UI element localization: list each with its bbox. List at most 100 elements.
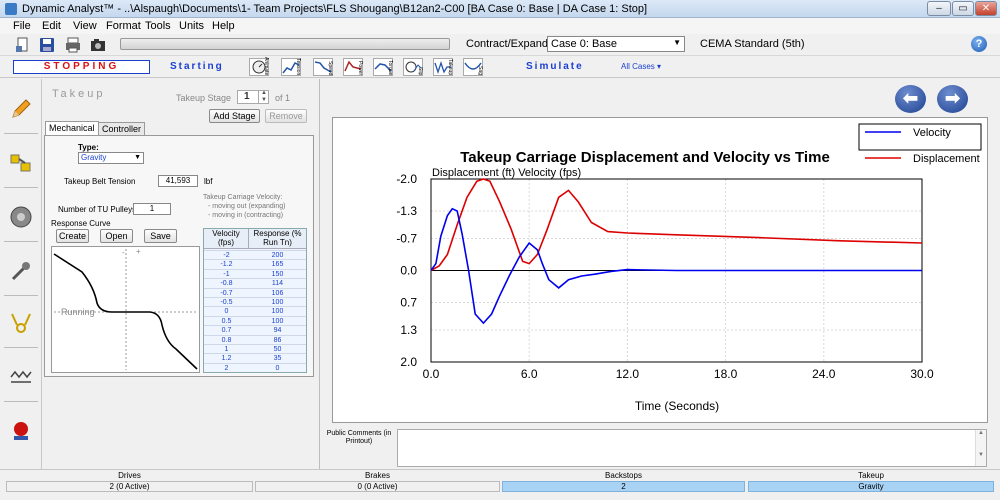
backstops-value[interactable]: 2	[502, 481, 745, 492]
belt-tension-input[interactable]: 41,593	[158, 175, 198, 187]
velocity-note-title: Takeup Carriage Velocity:	[203, 194, 283, 201]
torque-icon[interactable]: Torque	[373, 58, 393, 76]
menu-edit[interactable]: Edit	[42, 20, 61, 32]
table-cell-velocity[interactable]: 2	[204, 364, 249, 373]
tension-label: Tension	[295, 57, 301, 75]
y-tick-label: 0.0	[400, 264, 417, 278]
plot-running-label: Running	[61, 307, 95, 317]
contract-expand-button[interactable]: Contract/Expand	[466, 38, 548, 50]
x-tick-label: 24.0	[812, 367, 836, 381]
simulate-button[interactable]: Simulate	[526, 61, 584, 72]
remove-stage-button[interactable]: Remove	[265, 109, 307, 123]
menu-tools[interactable]: Tools	[145, 20, 171, 32]
takeup-status-value[interactable]: Gravity	[748, 481, 994, 492]
scroll-up-icon[interactable]: ▲	[976, 430, 986, 436]
close-button[interactable]: ✕	[975, 1, 997, 16]
response-curve-plot: - + Running	[51, 246, 200, 373]
slip-icon[interactable]: Slip	[403, 58, 423, 76]
back-arrow-icon[interactable]: ⬅	[895, 85, 926, 113]
backstop-icon[interactable]	[9, 259, 33, 283]
speed-icon[interactable]: Speed	[313, 58, 333, 76]
menu-help[interactable]: Help	[212, 20, 235, 32]
y-tick-label: -0.7	[396, 231, 417, 245]
drive-icon[interactable]	[9, 151, 33, 175]
create-curve-button[interactable]: Create	[56, 229, 89, 243]
y-tick-label: -1.3	[396, 204, 417, 218]
print-icon[interactable]	[64, 36, 82, 54]
displacement-series-line	[430, 178, 923, 272]
takeup-type-select[interactable]: Gravity ▼	[78, 152, 144, 164]
y-tick-label: 0.7	[400, 296, 417, 310]
structure-icon[interactable]	[9, 365, 33, 389]
belt-tension-label: Takeup Belt Tension	[64, 177, 136, 186]
power-icon[interactable]: Power	[343, 58, 363, 76]
save-curve-button[interactable]: Save	[144, 229, 177, 243]
help-icon[interactable]: ?	[971, 36, 987, 52]
panel-title: Takeup	[52, 88, 106, 100]
all-cases-dropdown[interactable]: All Cases ▾	[621, 62, 661, 71]
brakes-label: Brakes	[365, 471, 390, 480]
type-label: Type:	[78, 143, 99, 152]
save-file-icon[interactable]	[38, 36, 56, 54]
tab-mechanical[interactable]: Mechanical	[45, 121, 99, 136]
new-file-icon[interactable]	[14, 36, 32, 54]
sag-label: Sag	[477, 66, 483, 75]
backstops-label: Backstops	[605, 471, 642, 480]
table-cell-response[interactable]: 0	[249, 364, 306, 373]
add-stage-button[interactable]: Add Stage	[209, 109, 260, 123]
stage-spinner-icon[interactable]: ▲ ▼	[258, 90, 269, 104]
takeup-pulley-icon[interactable]	[9, 311, 33, 335]
animate-label: Animate	[263, 56, 269, 75]
comments-scrollbar[interactable]: ▲ ▼	[975, 430, 986, 466]
starting-mode-button[interactable]: Starting	[170, 61, 224, 72]
maximize-button[interactable]: ▭	[952, 1, 974, 16]
pulleys-label: Number of TU Pulleys	[58, 205, 137, 214]
window-title: Dynamic Analyst™ - ..\Alspaugh\Documents…	[22, 3, 648, 15]
menu-file[interactable]: File	[13, 20, 31, 32]
takeup-status-label: Takeup	[858, 471, 884, 480]
pencil-icon[interactable]	[9, 97, 33, 121]
animate-icon[interactable]: Animate	[249, 56, 269, 76]
drives-label: Drives	[118, 471, 141, 480]
sag-icon[interactable]: Sag	[463, 58, 483, 76]
x-tick-label: 30.0	[910, 367, 934, 381]
chart-title: Takeup Carriage Displacement and Velocit…	[460, 149, 830, 166]
stop-sign-icon[interactable]	[9, 419, 33, 443]
menu-bar: File Edit View Format Tools Units Help	[0, 18, 1000, 34]
menu-view[interactable]: View	[73, 20, 97, 32]
menu-format[interactable]: Format	[106, 20, 141, 32]
x-tick-label: 6.0	[521, 367, 538, 381]
separator	[4, 347, 38, 348]
chart-x-axis-label: Time (Seconds)	[635, 399, 719, 413]
menu-units[interactable]: Units	[179, 20, 204, 32]
separator	[4, 187, 38, 188]
takeup-stage-label: Takeup Stage	[176, 93, 232, 103]
comments-input[interactable]	[397, 429, 987, 467]
separator	[4, 241, 38, 242]
comments-label: Public Comments (in Printout)	[326, 430, 392, 445]
drives-value[interactable]: 2 (0 Active)	[6, 481, 253, 492]
tension-icon[interactable]: Tension	[281, 58, 301, 76]
brakes-value[interactable]: 0 (0 Active)	[255, 481, 500, 492]
open-curve-button[interactable]: Open	[100, 229, 133, 243]
velocity-note-contracting: - moving in (contracting)	[208, 212, 284, 219]
legend-label-velocity: Velocity	[913, 127, 951, 139]
legend-label-displacement: Displacement	[913, 153, 980, 165]
stopping-mode-button[interactable]: STOPPING	[13, 60, 150, 74]
response-table[interactable]: Velocity (fps) Response (% Run Tn) -2 200…	[203, 228, 307, 373]
chart-y-axis-label: Displacement (ft) Velocity (fps)	[432, 167, 581, 179]
forward-arrow-icon[interactable]: ➡	[937, 85, 968, 113]
tab-controller[interactable]: Controller	[98, 122, 146, 135]
brake-disc-icon[interactable]	[9, 205, 33, 229]
velocity-note-expanding: - moving out (expanding)	[208, 203, 286, 210]
standard-label: CEMA Standard (5th)	[700, 38, 805, 50]
case-select[interactable]: Case 0: Base ▼	[547, 36, 685, 52]
belt-tension-unit: lbf	[204, 177, 213, 186]
minimize-button[interactable]: –	[927, 1, 951, 16]
scroll-down-icon[interactable]: ▼	[976, 452, 986, 458]
camera-icon[interactable]	[89, 36, 107, 54]
pulleys-input[interactable]: 1	[133, 203, 171, 215]
app-icon	[5, 3, 17, 15]
takeup-icon[interactable]: Takeup	[433, 58, 453, 76]
x-tick-label: 18.0	[714, 367, 738, 381]
